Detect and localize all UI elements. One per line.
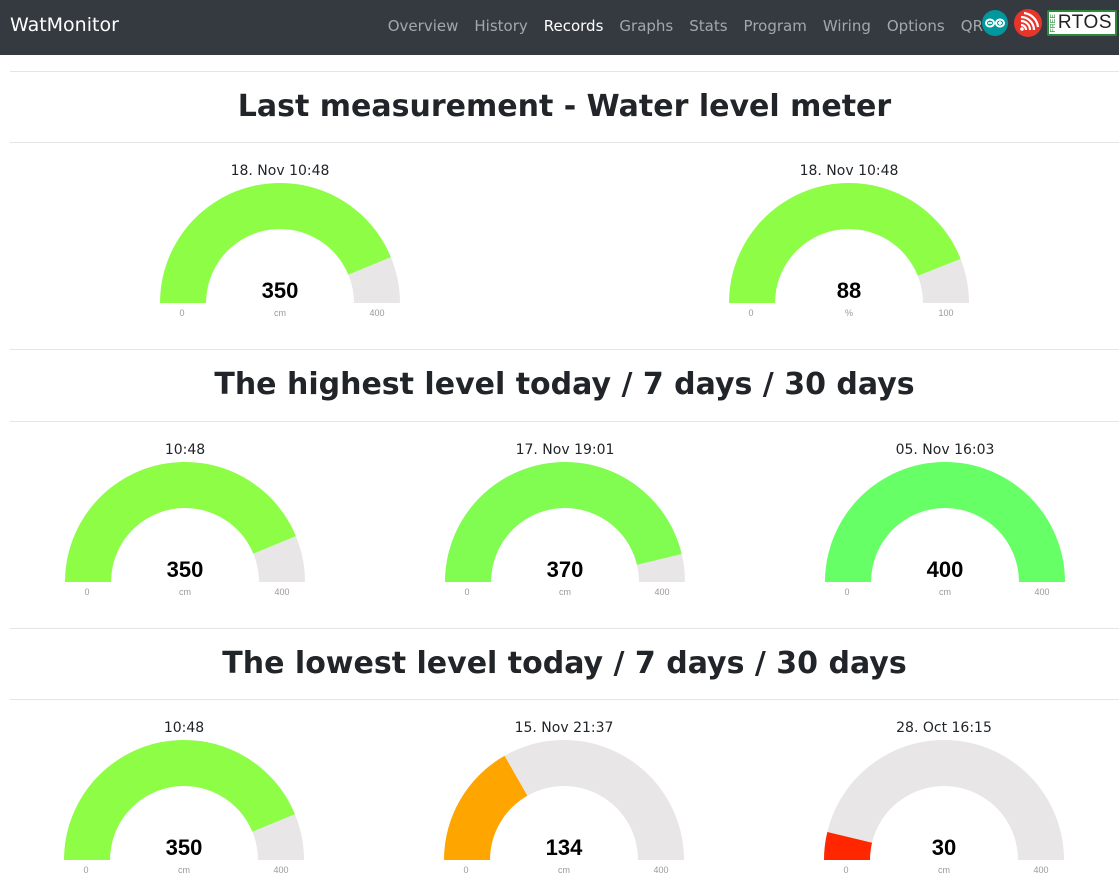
- nav-program[interactable]: Program: [736, 17, 815, 35]
- gauge-unit: cm: [179, 587, 191, 597]
- gauge: 10:48 350 cm 0 400: [64, 720, 304, 875]
- gauge-value: 370: [546, 557, 584, 582]
- gauge-max: 400: [1034, 587, 1050, 597]
- gauge-value: 400: [926, 557, 964, 582]
- gauge-max: 400: [654, 587, 670, 597]
- gauge: 10:48 350 cm 0 400: [65, 442, 305, 597]
- gauge-min: 0: [464, 587, 470, 597]
- navbar: WatMonitor Overview History Records Grap…: [0, 0, 1119, 55]
- gauge-unit: cm: [938, 865, 950, 875]
- gauge-unit: cm: [939, 587, 951, 597]
- espressif-icon[interactable]: [1013, 8, 1043, 38]
- gauge-unit: cm: [178, 865, 190, 875]
- nav-history[interactable]: History: [466, 17, 535, 35]
- gauge-value: 30: [931, 835, 957, 860]
- divider: [10, 71, 1119, 72]
- gauge-unit: %: [844, 308, 853, 318]
- gauge-min: 0: [748, 308, 754, 318]
- freertos-rtos-text: RTOS: [1057, 12, 1112, 33]
- brand-link[interactable]: WatMonitor: [10, 14, 119, 36]
- gauge: 15. Nov 21:37 134 cm 0 400: [444, 720, 684, 875]
- gauge-min: 0: [179, 308, 185, 318]
- gauge: 18. Nov 10:48 88% 0 100: [729, 163, 969, 318]
- gauge-value: 88: [836, 278, 862, 303]
- gauge-max: 400: [369, 308, 385, 318]
- nav-icons: FREE RTOS: [981, 8, 1117, 38]
- nav-menu: Overview History Records Graphs Stats Pr…: [380, 17, 991, 35]
- gauge-value: 350: [166, 557, 204, 582]
- gauge-min: 0: [463, 865, 469, 875]
- gauge: 17. Nov 19:01 370 cm 0 400: [445, 442, 685, 597]
- gauge-value: 134: [545, 835, 583, 860]
- gauge: 18. Nov 10:48 350 cm 0 400: [160, 163, 400, 318]
- nav-wiring[interactable]: Wiring: [815, 17, 879, 35]
- gauge-min: 0: [83, 865, 89, 875]
- divider: [10, 628, 1119, 629]
- divider: [10, 349, 1119, 350]
- gauge-min: 0: [843, 865, 849, 875]
- nav-overview[interactable]: Overview: [380, 17, 467, 35]
- divider: [10, 699, 1119, 700]
- nav-stats[interactable]: Stats: [681, 17, 735, 35]
- gauge: 05. Nov 16:03 400 cm 0 400: [825, 442, 1065, 597]
- gauge-max: 400: [273, 865, 289, 875]
- divider: [10, 421, 1119, 422]
- freertos-free-text: FREE: [1049, 13, 1057, 33]
- gauge-max: 400: [1033, 865, 1049, 875]
- gauge-min: 0: [844, 587, 850, 597]
- gauge-max: 400: [653, 865, 669, 875]
- gauge-min: 0: [84, 587, 90, 597]
- gauge-unit: cm: [274, 308, 286, 318]
- gauge-value: 350: [165, 835, 203, 860]
- gauge-unit: cm: [559, 587, 571, 597]
- section-title-highest: The highest level today / 7 days / 30 da…: [214, 367, 915, 402]
- gauge-unit: cm: [558, 865, 570, 875]
- gauge: 28. Oct 16:15 30 cm 0 400: [824, 720, 1064, 875]
- gauge-value: 350: [261, 278, 299, 303]
- freertos-logo[interactable]: FREE RTOS: [1046, 10, 1117, 36]
- nav-records[interactable]: Records: [536, 17, 612, 35]
- arduino-icon[interactable]: [981, 9, 1009, 37]
- nav-options[interactable]: Options: [879, 17, 953, 35]
- nav-graphs[interactable]: Graphs: [611, 17, 681, 35]
- section-title-lowest: The lowest level today / 7 days / 30 day…: [222, 646, 907, 681]
- divider: [10, 142, 1119, 143]
- gauge-max: 100: [938, 308, 954, 318]
- gauge-max: 400: [274, 587, 290, 597]
- section-title-last: Last measurement - Water level meter: [237, 89, 892, 124]
